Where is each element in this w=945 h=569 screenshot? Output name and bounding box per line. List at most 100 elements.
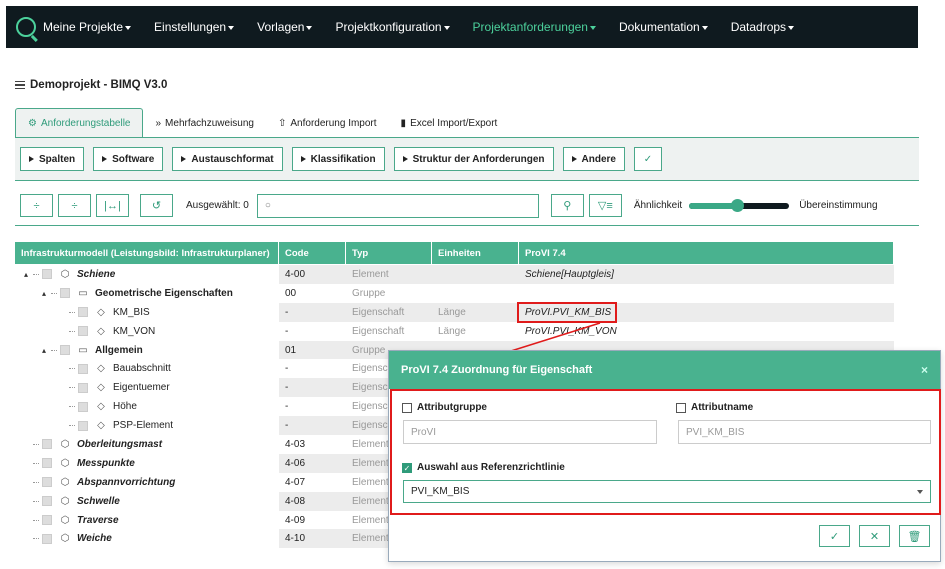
apply-check-button[interactable]: ✓ xyxy=(633,147,662,171)
attributgruppe-checkbox-row[interactable]: Attributgruppe xyxy=(402,402,487,413)
row-checkbox[interactable] xyxy=(42,477,52,488)
collapse-toggle-icon[interactable]: ▴ xyxy=(39,346,49,355)
expand-all-button[interactable]: ÷ xyxy=(20,194,53,217)
fit-width-button[interactable]: |↔| xyxy=(96,194,129,217)
code-cell[interactable]: - xyxy=(279,382,346,393)
table-row[interactable]: ▴ ⬡ Schiene 4-00 Element Schiene[Hauptgleis] xyxy=(15,265,894,284)
row-checkbox[interactable] xyxy=(78,401,88,412)
row-checkbox[interactable] xyxy=(60,345,70,355)
code-cell[interactable]: 4-03 xyxy=(279,439,346,450)
header-provi[interactable]: ProVI 7.4 xyxy=(519,242,894,264)
delete-button[interactable]: 🗑 xyxy=(899,525,930,547)
code-cell[interactable]: 00 xyxy=(279,288,346,299)
tab-excel-import-export[interactable]: ▮ Excel Import/Export xyxy=(389,109,510,138)
struktur-button[interactable]: Struktur der Anforderungen xyxy=(393,147,554,171)
row-checkbox[interactable] xyxy=(42,439,52,450)
austauschformat-button[interactable]: Austauschformat xyxy=(172,147,283,171)
code-cell[interactable]: 4-06 xyxy=(279,458,346,469)
nav-projektkonfiguration[interactable]: Projektkonfiguration xyxy=(335,20,450,34)
referenz-checkbox[interactable]: ✓ xyxy=(402,462,412,473)
nav-datadrops[interactable]: Datadrops xyxy=(731,20,795,34)
cancel-button[interactable]: ✕ xyxy=(859,525,890,547)
typ-cell[interactable]: Element xyxy=(346,269,432,280)
row-checkbox[interactable] xyxy=(42,515,52,526)
row-cells: - Eigenschaft Länge ProVI.PVI_KM_VON xyxy=(279,322,894,341)
filter-button[interactable]: ▽≡ xyxy=(588,194,622,217)
code-cell[interactable]: 01 xyxy=(279,345,346,356)
search-input[interactable]: ○ xyxy=(256,193,539,218)
software-button[interactable]: Software xyxy=(93,147,164,171)
row-checkbox[interactable] xyxy=(42,533,52,544)
code-cell[interactable]: - xyxy=(279,420,346,431)
nav-vorlagen[interactable]: Vorlagen xyxy=(257,20,313,34)
row-checkbox[interactable] xyxy=(78,307,88,318)
nav-meine-projekte[interactable]: Meine Projekte xyxy=(43,20,132,34)
slider-handle[interactable] xyxy=(731,198,745,212)
code-cell[interactable]: - xyxy=(279,363,346,374)
row-checkbox[interactable] xyxy=(78,382,88,393)
attributgruppe-field[interactable]: ProVI xyxy=(403,420,657,444)
provi-cell[interactable]: ProVI.PVI_KM_VON xyxy=(519,326,894,337)
table-row[interactable]: ◇ KM_BIS - Eigenschaft Länge ProVI.PVI_KM_BIS xyxy=(15,302,894,322)
tag-icon: ◇ xyxy=(97,420,105,432)
attributgruppe-checkbox[interactable] xyxy=(402,402,412,413)
attributname-field[interactable]: PVI_KM_BIS xyxy=(678,420,931,444)
tab-anforderung-import[interactable]: ⇧ Anforderung Import xyxy=(266,109,389,138)
code-cell[interactable]: - xyxy=(279,307,346,318)
tag-icon: ◇ xyxy=(97,306,105,318)
nav-einstellungen[interactable]: Einstellungen xyxy=(154,20,235,34)
code-cell[interactable]: - xyxy=(279,326,346,337)
code-cell[interactable]: 4-09 xyxy=(279,515,346,526)
close-icon[interactable]: × xyxy=(921,363,928,377)
provi-cell[interactable]: ProVI.PVI_KM_BIS xyxy=(519,307,894,318)
row-checkbox[interactable] xyxy=(78,363,88,374)
typ-cell[interactable]: Eigenschaft xyxy=(346,326,432,337)
collapse-toggle-icon[interactable]: ▴ xyxy=(21,270,31,279)
row-checkbox[interactable] xyxy=(42,496,52,507)
row-checkbox[interactable] xyxy=(42,458,52,469)
header-model[interactable]: Infrastrukturmodell (Leistungsbild: Infr… xyxy=(15,242,279,264)
typ-cell[interactable]: Eigenschaft xyxy=(346,307,432,318)
spalten-button[interactable]: Spalten xyxy=(20,147,85,171)
einheit-cell[interactable]: Länge xyxy=(432,307,519,318)
table-row[interactable]: ▴ ▭ Geometrische Eigenschaften 00 Gruppe xyxy=(15,283,894,303)
confirm-button[interactable]: ✓ xyxy=(819,525,850,547)
check-icon: ✓ xyxy=(643,153,653,165)
similarity-slider[interactable] xyxy=(689,198,790,212)
attributname-checkbox[interactable] xyxy=(676,402,686,413)
attributname-checkbox-row[interactable]: Attributname xyxy=(676,402,753,413)
header-code[interactable]: Code xyxy=(279,242,346,264)
code-cell[interactable]: 4-00 xyxy=(279,269,346,280)
code-cell[interactable]: 4-07 xyxy=(279,477,346,488)
bimq-logo-icon[interactable] xyxy=(16,17,36,37)
code-cell[interactable]: - xyxy=(279,401,346,412)
search-button[interactable]: ⚲ xyxy=(550,194,584,217)
collapse-toggle-icon[interactable]: ▴ xyxy=(39,289,49,298)
header-einheiten[interactable]: Einheiten xyxy=(432,242,519,264)
collapse-all-button[interactable]: ÷ xyxy=(58,194,91,217)
header-typ[interactable]: Typ xyxy=(346,242,432,264)
andere-button[interactable]: Andere xyxy=(562,147,625,171)
nav-dokumentation[interactable]: Dokumentation xyxy=(619,20,708,34)
row-checkbox[interactable] xyxy=(78,326,88,337)
klassifikation-button[interactable]: Klassifikation xyxy=(291,147,385,171)
project-title: Demoprojekt - BIMQ V3.0 xyxy=(15,79,167,91)
code-cell[interactable]: 4-10 xyxy=(279,533,346,544)
row-checkbox[interactable] xyxy=(78,420,88,431)
row-checkbox[interactable] xyxy=(60,288,70,299)
einheit-cell[interactable]: Länge xyxy=(432,326,519,337)
row-checkbox[interactable] xyxy=(42,269,52,280)
menu-icon[interactable] xyxy=(15,79,25,91)
referenz-checkbox-row[interactable]: ✓ Auswahl aus Referenzrichtlinie xyxy=(402,462,565,473)
code-cell[interactable]: 4-08 xyxy=(279,496,346,507)
tab-anforderungstabelle[interactable]: ⚙ Anforderungstabelle xyxy=(15,108,144,138)
referenz-select[interactable]: PVI_KM_BIS xyxy=(403,480,931,503)
typ-cell[interactable]: Gruppe xyxy=(346,288,432,299)
nav-projektanforderungen[interactable]: Projektanforderungen xyxy=(473,20,596,34)
tab-mehrfachzuweisung[interactable]: » Mehrfachzuweisung xyxy=(143,109,266,138)
provi-cell[interactable]: Schiene[Hauptgleis] xyxy=(519,269,894,280)
table-row[interactable]: ◇ KM_VON - Eigenschaft Länge ProVI.PVI_KM_VON xyxy=(15,321,894,341)
triangle-right-icon xyxy=(29,156,34,162)
tree-cell: ⬡ Abspannvorrichtung xyxy=(15,472,279,492)
reset-button[interactable]: ↺ xyxy=(140,194,173,217)
